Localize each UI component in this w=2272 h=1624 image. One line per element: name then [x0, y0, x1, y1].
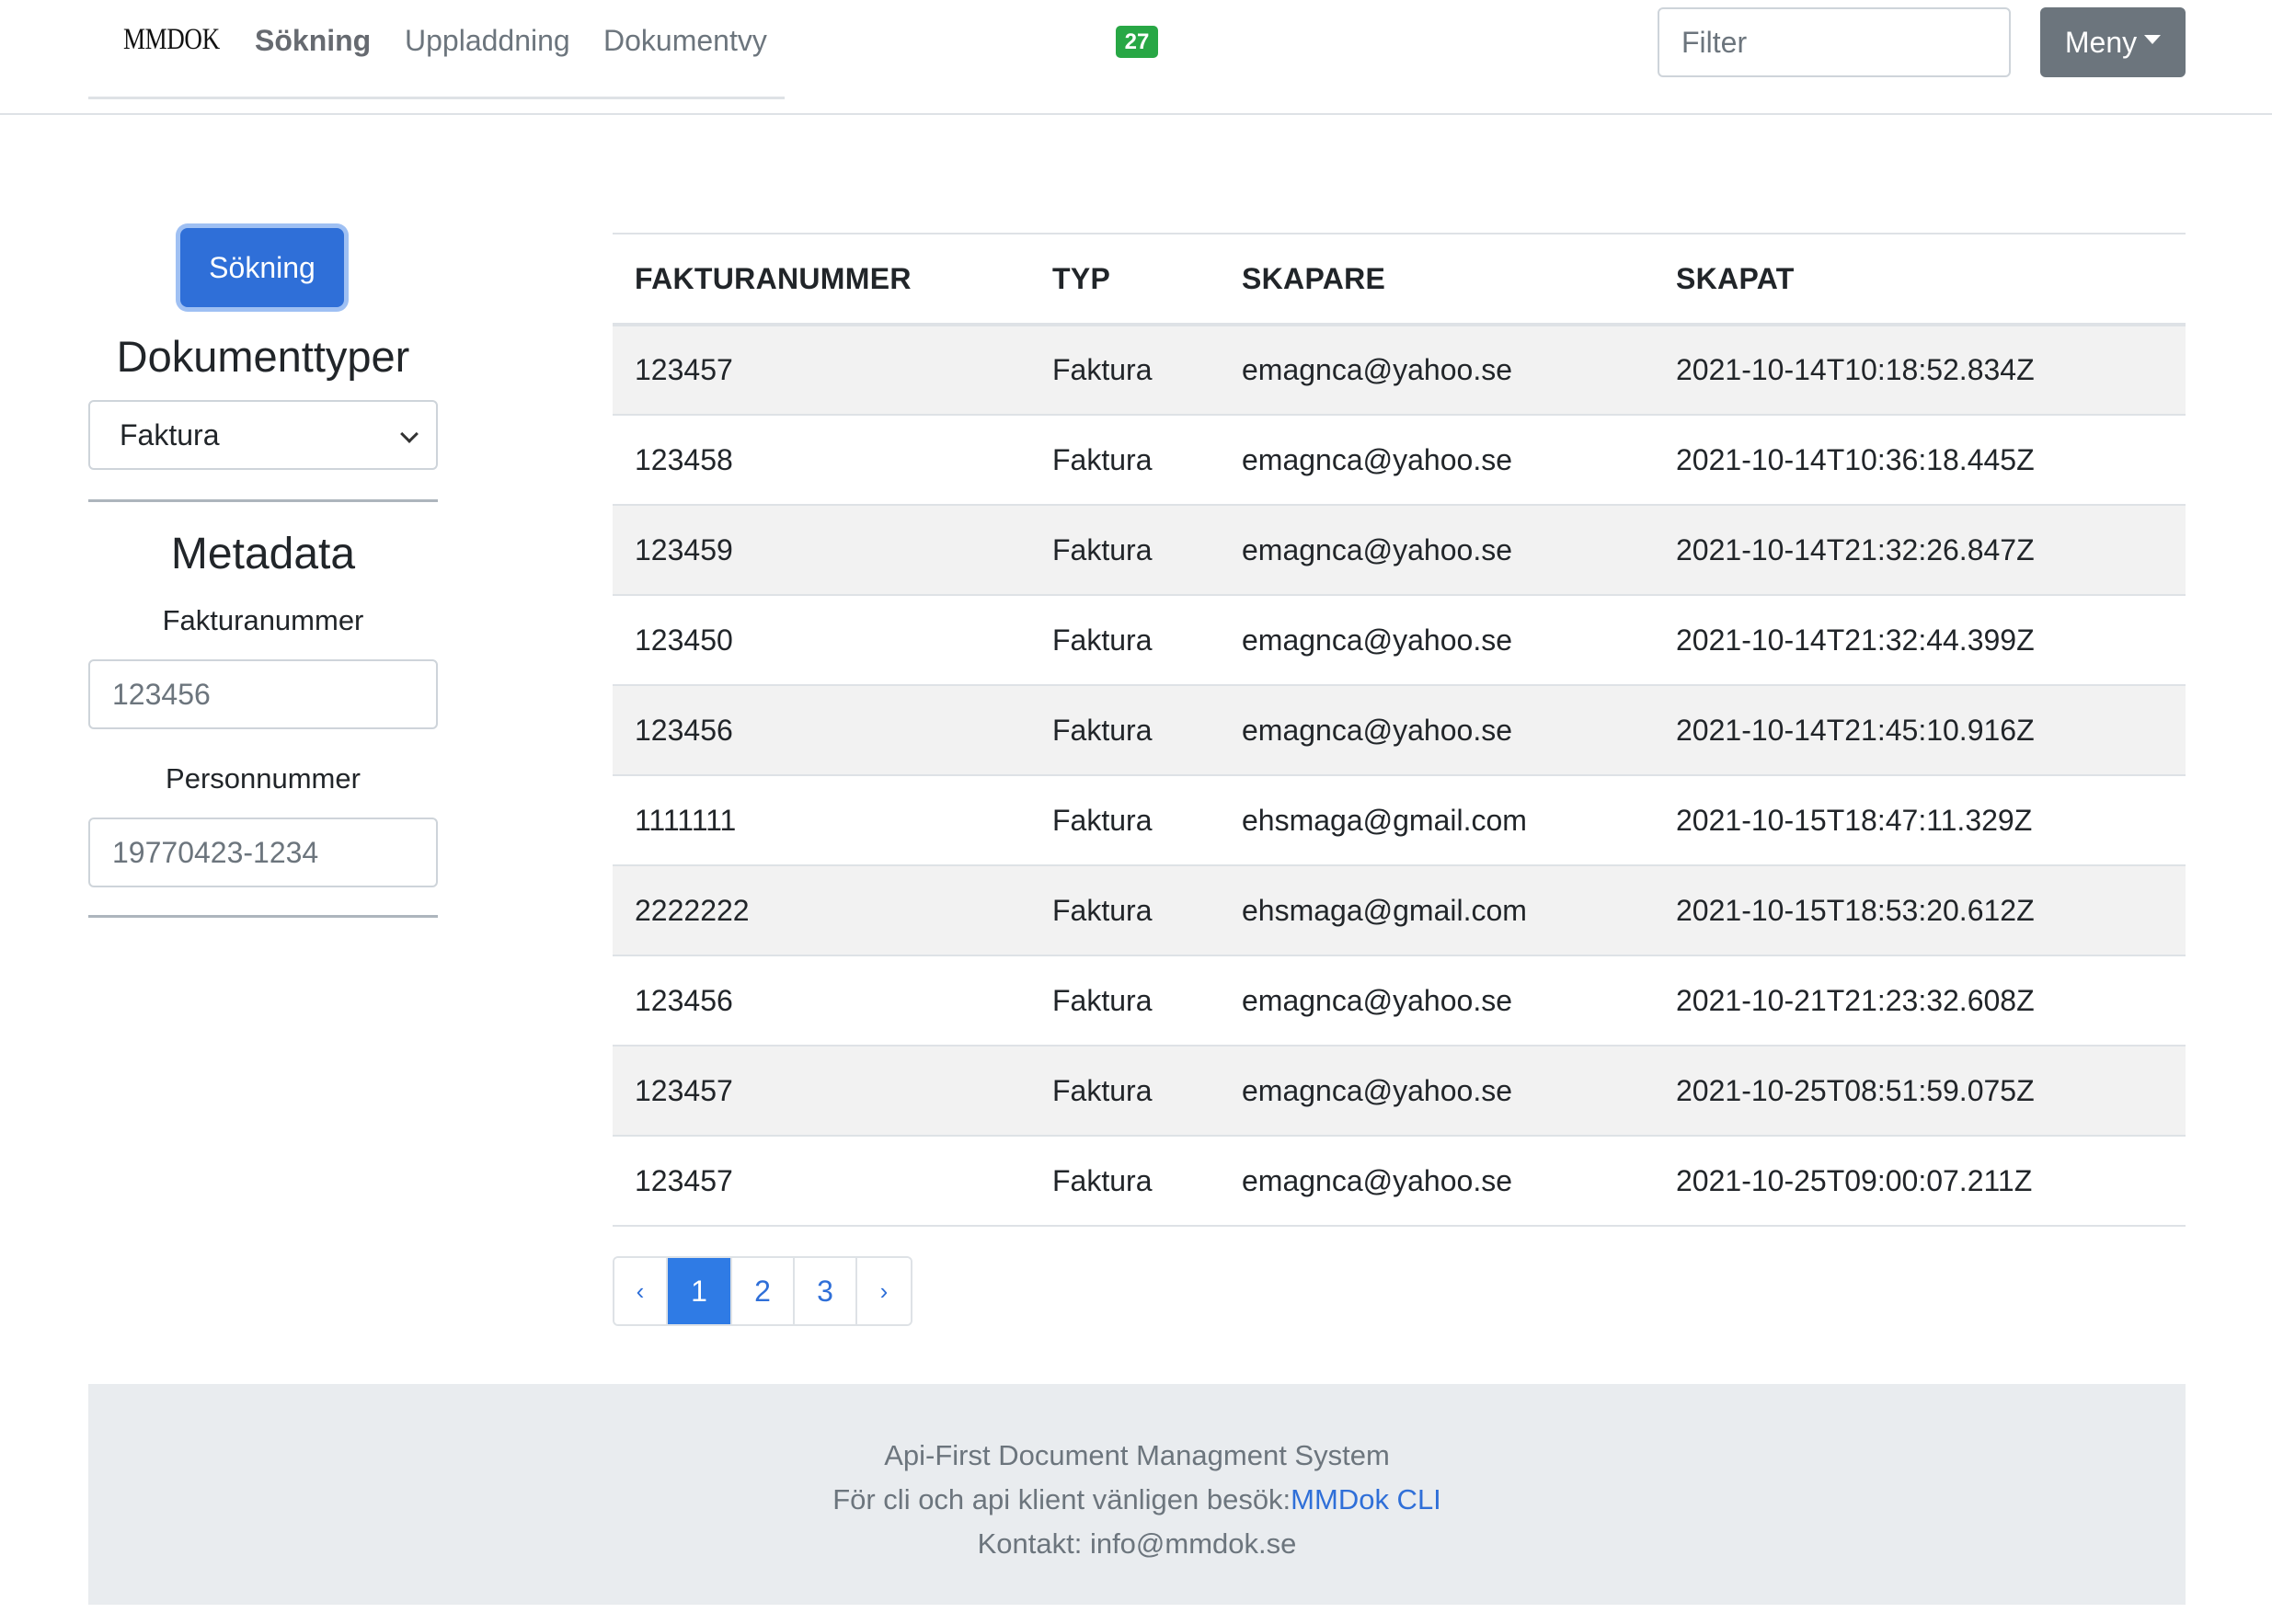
pagination-next-button[interactable]: › [857, 1258, 911, 1324]
table-row[interactable]: 123456 Faktura emagnca@yahoo.se 2021-10-21T… [613, 955, 2186, 1046]
cell-fakturanummer: 123457 [613, 1136, 1030, 1227]
caret-down-icon [2144, 35, 2162, 44]
count-badge: 27 [1116, 26, 1158, 58]
cell-skapare: ehsmaga@gmail.com [1220, 865, 1654, 956]
nav-underline [88, 97, 785, 99]
personnummer-label: Personnummer [166, 762, 361, 795]
footer-contact: Kontakt: info@mmdok.se [977, 1527, 1297, 1560]
doctypes-title: Dokumenttyper [116, 332, 410, 381]
table-row[interactable]: 123457 Faktura emagnca@yahoo.se 2021-10-14T… [613, 325, 2186, 416]
table-row[interactable]: 123457 Faktura emagnca@yahoo.se 2021-10-25T… [613, 1136, 2186, 1227]
cell-typ: Faktura [1030, 595, 1220, 686]
table-row[interactable]: 1111111 Faktura ehsmaga@gmail.com 2021-10-1… [613, 775, 2186, 866]
cell-skapare: emagnca@yahoo.se [1220, 1136, 1654, 1227]
footer-cli-line: För cli och api klient vänligen besök:MM… [88, 1478, 2186, 1522]
cell-skapare: emagnca@yahoo.se [1220, 955, 1654, 1046]
footer-tagline: Api-First Document Managment System [884, 1439, 1390, 1471]
table-row[interactable]: 2222222 Faktura ehsmaga@gmail.com 2021-10-1… [613, 865, 2186, 956]
cell-skapat: 2021-10-21T21:23:32.608Z [1654, 955, 2186, 1046]
cell-skapat: 2021-10-25T08:51:59.075Z [1654, 1046, 2186, 1137]
navbar: MMDOK Sökning Uppladdning Dokumentvy 27 … [0, 0, 2272, 115]
column-header-typ[interactable]: TYP [1030, 233, 1220, 326]
footer: Api-First Document Managment System För … [88, 1384, 2186, 1605]
cell-skapare: ehsmaga@gmail.com [1220, 775, 1654, 866]
sidebar-divider [88, 499, 438, 502]
cell-skapat: 2021-10-14T10:18:52.834Z [1654, 325, 2186, 416]
footer-cli-text: För cli och api klient vänligen besök: [832, 1483, 1291, 1515]
cell-typ: Faktura [1030, 325, 1220, 416]
cell-skapare: emagnca@yahoo.se [1220, 505, 1654, 596]
cell-typ: Faktura [1030, 1136, 1220, 1227]
doctype-select[interactable]: Faktura [88, 400, 438, 470]
pagination-page-3[interactable]: 3 [795, 1258, 857, 1324]
nav-link-sokning[interactable]: Sökning [255, 24, 371, 58]
cell-fakturanummer: 123458 [613, 415, 1030, 506]
mmdok-cli-link[interactable]: MMDok CLI [1291, 1483, 1441, 1515]
table-row[interactable]: 123458 Faktura emagnca@yahoo.se 2021-10-14T… [613, 415, 2186, 506]
cell-skapare: emagnca@yahoo.se [1220, 415, 1654, 506]
cell-skapat: 2021-10-14T21:32:26.847Z [1654, 505, 2186, 596]
cell-skapat: 2021-10-15T18:47:11.329Z [1654, 775, 2186, 866]
nav-link-uppladdning[interactable]: Uppladdning [405, 24, 570, 58]
cell-skapat: 2021-10-14T10:36:18.445Z [1654, 415, 2186, 506]
nav-link-dokumentvy[interactable]: Dokumentvy [603, 24, 767, 58]
results-table: FAKTURANUMMER TYP SKAPARE SKAPAT 123457 F… [613, 233, 2186, 1227]
cell-skapat: 2021-10-15T18:53:20.612Z [1654, 865, 2186, 956]
metadata-title: Metadata [170, 530, 356, 578]
results-table-wrap: FAKTURANUMMER TYP SKAPARE SKAPAT 123457 F… [613, 233, 2186, 1227]
cell-fakturanummer: 123457 [613, 1046, 1030, 1137]
cell-typ: Faktura [1030, 415, 1220, 506]
column-header-fakturanummer[interactable]: FAKTURANUMMER [613, 233, 1030, 326]
menu-button[interactable]: Meny [2040, 7, 2186, 77]
cell-skapare: emagnca@yahoo.se [1220, 1046, 1654, 1137]
pagination-prev-button[interactable]: ‹ [614, 1258, 668, 1324]
table-header-row: FAKTURANUMMER TYP SKAPARE SKAPAT [613, 233, 2186, 326]
cell-typ: Faktura [1030, 685, 1220, 776]
cell-fakturanummer: 123456 [613, 955, 1030, 1046]
pagination-page-2[interactable]: 2 [732, 1258, 795, 1324]
cell-skapare: emagnca@yahoo.se [1220, 685, 1654, 776]
pagination: ‹ 1 2 3 › [613, 1256, 912, 1326]
cell-typ: Faktura [1030, 505, 1220, 596]
brand-logo[interactable]: MMDOK [123, 23, 220, 57]
table-row[interactable]: 123450 Faktura emagnca@yahoo.se 2021-10-14T… [613, 595, 2186, 686]
cell-typ: Faktura [1030, 1046, 1220, 1137]
search-button[interactable]: Sökning [180, 228, 344, 307]
doctype-selected-value: Faktura [120, 418, 220, 452]
fakturanummer-input[interactable] [88, 659, 438, 729]
cell-fakturanummer: 1111111 [613, 775, 1030, 866]
table-row[interactable]: 123459 Faktura emagnca@yahoo.se 2021-10-14T… [613, 505, 2186, 596]
personnummer-input[interactable] [88, 818, 438, 887]
filter-input[interactable] [1658, 7, 2011, 77]
cell-fakturanummer: 123456 [613, 685, 1030, 776]
pagination-page-1[interactable]: 1 [668, 1258, 732, 1324]
cell-skapat: 2021-10-25T09:00:07.211Z [1654, 1136, 2186, 1227]
cell-fakturanummer: 123457 [613, 325, 1030, 416]
cell-skapat: 2021-10-14T21:45:10.916Z [1654, 685, 2186, 776]
sidebar-divider [88, 915, 438, 918]
column-header-skapare[interactable]: SKAPARE [1220, 233, 1654, 326]
cell-fakturanummer: 2222222 [613, 865, 1030, 956]
cell-typ: Faktura [1030, 775, 1220, 866]
cell-skapare: emagnca@yahoo.se [1220, 595, 1654, 686]
table-row[interactable]: 123457 Faktura emagnca@yahoo.se 2021-10-25T… [613, 1046, 2186, 1137]
column-header-skapat[interactable]: SKAPAT [1654, 233, 2186, 326]
table-body: 123457 Faktura emagnca@yahoo.se 2021-10-14T… [613, 325, 2186, 1227]
fakturanummer-label: Fakturanummer [162, 604, 364, 636]
cell-skapare: emagnca@yahoo.se [1220, 325, 1654, 416]
cell-fakturanummer: 123459 [613, 505, 1030, 596]
cell-typ: Faktura [1030, 865, 1220, 956]
cell-typ: Faktura [1030, 955, 1220, 1046]
chevron-down-icon [400, 425, 419, 443]
menu-button-label: Meny [2064, 25, 2138, 59]
cell-skapat: 2021-10-14T21:32:44.399Z [1654, 595, 2186, 686]
cell-fakturanummer: 123450 [613, 595, 1030, 686]
table-row[interactable]: 123456 Faktura emagnca@yahoo.se 2021-10-14T… [613, 685, 2186, 776]
